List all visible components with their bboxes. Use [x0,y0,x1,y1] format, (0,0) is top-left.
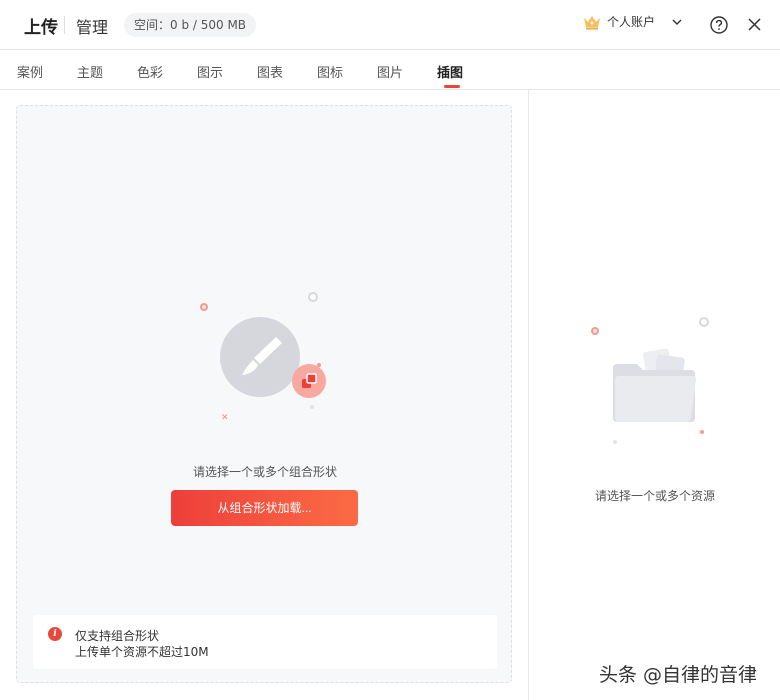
brush-icon [242,337,282,375]
close-icon[interactable] [747,17,762,32]
upload-note: i 仅支持组合形状 上传单个资源不超过10M [33,615,497,669]
header-bar: 上传 管理 空间：0 b / 500 MB 个人账户 [0,0,780,50]
shape-badge-icon [292,364,326,398]
load-from-shapes-button[interactable]: 从组合形状加载... [171,490,358,526]
tab-cases[interactable]: 案例 [17,62,43,81]
tab-icons[interactable]: 图标 [317,62,343,81]
category-tabs: 案例 主题 色彩 图示 图表 图标 图片 插图 [0,50,780,90]
chevron-down-icon [672,19,682,25]
brush-illustration [220,317,300,397]
decor-dot [200,303,208,311]
note-line-1: 仅支持组合形状 [75,629,160,643]
help-icon[interactable] [710,16,728,34]
watermark-text: 头条 @自律的音律 [599,664,758,686]
select-shapes-hint: 请选择一个或多个组合形状 [192,465,337,479]
decor-dot [613,440,617,444]
select-resources-hint: 请选择一个或多个资源 [594,489,715,503]
tab-colors[interactable]: 色彩 [137,62,163,81]
decor-cross: ✕ [221,413,229,423]
account-menu[interactable]: 个人账户 [583,13,683,30]
folder-icon [613,348,697,422]
account-label: 个人账户 [607,15,656,29]
tab-illustrations[interactable]: 插图 [437,62,463,81]
decor-dot [310,405,314,409]
decor-dot [308,292,318,302]
upload-drop-area: ✕ 请选择一个或多个组合形状 从组合形状加载... i 仅支持组合形状 上传单个… [16,105,512,683]
mode-manage-tab[interactable]: 管理 [76,14,108,38]
info-icon: i [48,627,62,641]
storage-space-badge: 空间：0 b / 500 MB [124,13,257,37]
tab-charts[interactable]: 图表 [257,62,283,81]
decor-dot [699,317,709,327]
tab-pictures[interactable]: 图片 [377,62,403,81]
mode-upload-tab[interactable]: 上传 [24,13,58,38]
decor-dot [591,327,599,335]
mode-divider [64,16,65,34]
crown-icon [584,15,600,29]
tab-themes[interactable]: 主题 [77,62,103,81]
note-line-2: 上传单个资源不超过10M [75,645,209,659]
decor-dot [700,430,704,434]
resource-preview-panel: 请选择一个或多个资源 [528,90,780,700]
tab-diagrams[interactable]: 图示 [197,62,223,81]
active-tab-indicator [444,85,460,88]
